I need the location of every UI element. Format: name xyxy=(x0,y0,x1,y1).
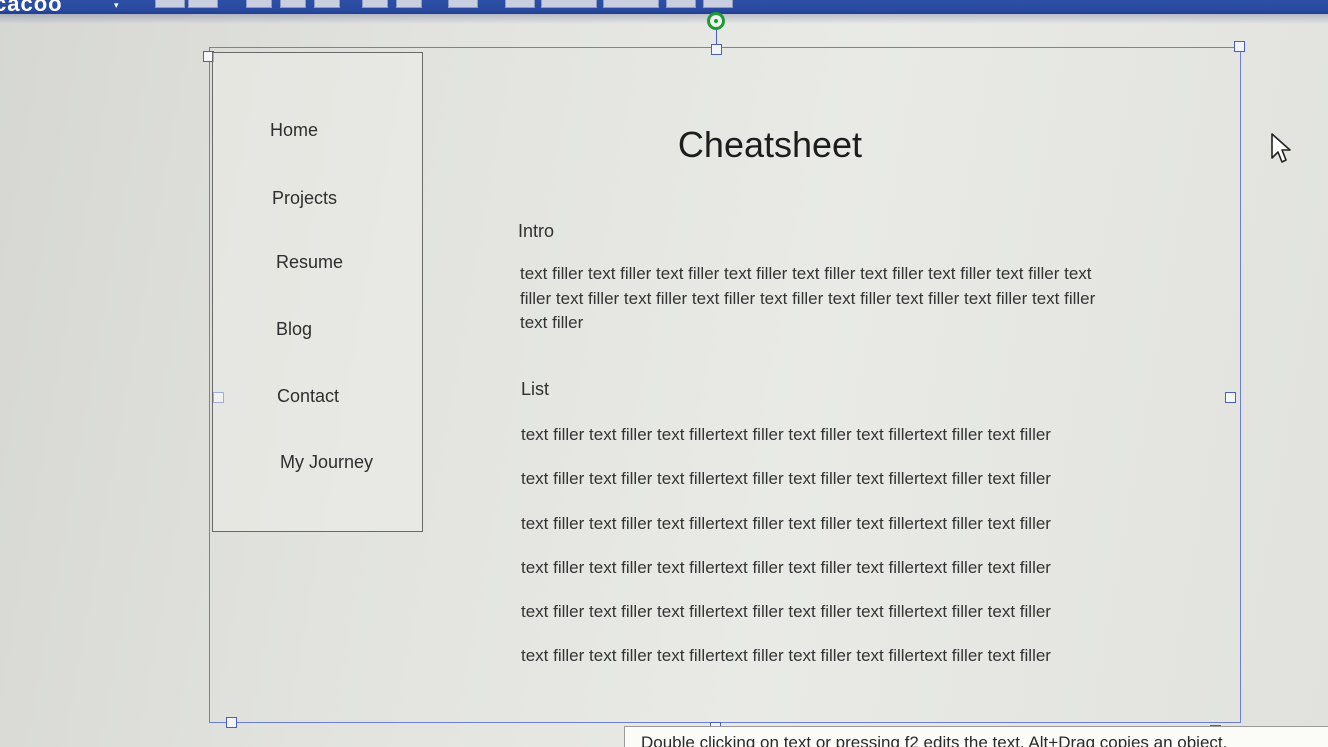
resize-handle-top[interactable] xyxy=(711,44,722,55)
hint-tooltip: Double clicking on text or pressing f2 e… xyxy=(624,726,1328,747)
toolbar-button[interactable] xyxy=(541,0,597,8)
nav-item-my-journey[interactable]: My Journey xyxy=(280,452,373,473)
toolbar-button[interactable] xyxy=(666,0,696,8)
nav-item-resume[interactable]: Resume xyxy=(276,252,343,273)
toolbar-button[interactable] xyxy=(280,0,306,8)
toolbar-button[interactable] xyxy=(396,0,422,8)
toolbar-button[interactable] xyxy=(505,0,535,8)
list-item[interactable]: text filler text filler text fillertext … xyxy=(521,558,1051,578)
list-item[interactable]: text filler text filler text fillertext … xyxy=(521,602,1051,622)
nav-item-home[interactable]: Home xyxy=(270,120,318,141)
nav-item-projects[interactable]: Projects xyxy=(272,188,337,209)
toolbar-button[interactable] xyxy=(155,0,185,8)
toolbar-button[interactable] xyxy=(314,0,340,8)
toolbar-button[interactable] xyxy=(188,0,218,8)
page-title[interactable]: Cheatsheet xyxy=(650,124,890,166)
resize-handle-top-right[interactable] xyxy=(1234,41,1245,52)
toolbar-button[interactable] xyxy=(246,0,272,8)
mouse-cursor-icon xyxy=(1271,133,1291,163)
editor-toolbar: cacoo ▾ xyxy=(0,0,1328,16)
resize-handle-right[interactable] xyxy=(1225,392,1236,403)
toolbar-shadow xyxy=(0,14,1328,24)
list-heading[interactable]: List xyxy=(521,379,549,400)
toolbar-button[interactable] xyxy=(448,0,478,8)
list-item[interactable]: text filler text filler text fillertext … xyxy=(521,514,1051,534)
toolbar-button[interactable] xyxy=(703,0,733,8)
list-item[interactable]: text filler text filler text fillertext … xyxy=(521,646,1051,666)
list-item[interactable]: text filler text filler text fillertext … xyxy=(521,425,1051,445)
toolbar-button[interactable] xyxy=(603,0,659,8)
list-item[interactable]: text filler text filler text fillertext … xyxy=(521,469,1051,489)
intro-paragraph[interactable]: text filler text filler text filler text… xyxy=(520,262,1110,336)
nav-item-contact[interactable]: Contact xyxy=(277,386,339,407)
nav-item-blog[interactable]: Blog xyxy=(276,319,312,340)
logo-menu-chevron-icon[interactable]: ▾ xyxy=(114,0,119,11)
toolbar-button[interactable] xyxy=(362,0,388,8)
rotate-handle-icon[interactable] xyxy=(707,12,725,30)
intro-heading[interactable]: Intro xyxy=(518,221,554,242)
resize-handle-bottom-left[interactable] xyxy=(226,717,237,728)
